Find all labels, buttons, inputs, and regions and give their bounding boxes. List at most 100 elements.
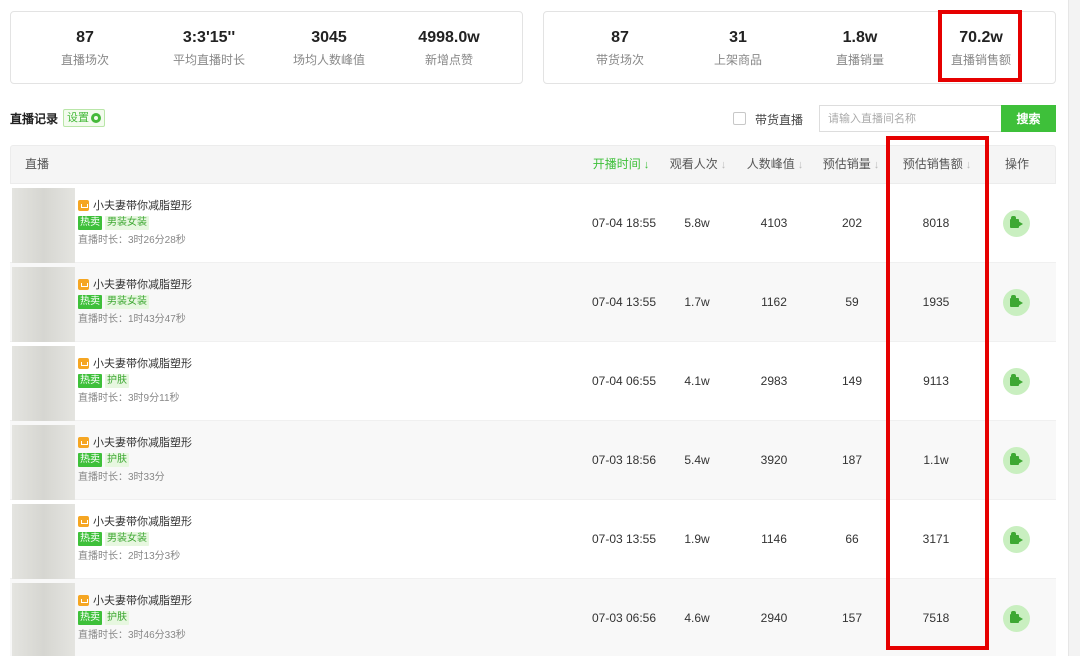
replay-button[interactable] (1003, 368, 1030, 395)
table-row: 小夫妻带你减脂塑形热卖 男装女装 直播时长：1时43分47秒 07-04 13:55 1… (10, 263, 1056, 342)
start-time-cell: 07-04 13:55 (591, 295, 657, 309)
live-stats-card: 87 直播场次 3:3'15'' 平均直播时长 3045 场均人数峰值 4998… (10, 11, 523, 84)
settings-button[interactable]: 设置 (63, 109, 105, 127)
live-info: 小夫妻带你减脂塑形 热卖 护肤 直播时长：3时46分33秒 (78, 593, 192, 642)
live-cover-thumbnail[interactable] (12, 425, 75, 500)
sort-arrow-icon: ↓ (643, 159, 650, 171)
video-camera-icon (1010, 295, 1019, 307)
stat-sales-sessions: 87 带货场次 (556, 12, 684, 85)
live-room-name[interactable]: 小夫妻带你减脂塑形 (93, 197, 192, 213)
live-duration: 直播时长：3时9分11秒 (78, 393, 180, 404)
header-label: 预估销售额 (902, 157, 963, 171)
live-room-name[interactable]: 小夫妻带你减脂塑形 (93, 434, 192, 450)
header-label: 开播时间 (592, 157, 641, 171)
stat-label: 带货场次 (595, 53, 644, 67)
replay-button[interactable] (1003, 605, 1030, 632)
stat-value: 31 (729, 29, 747, 46)
stat-avg-duration: 3:3'15'' 平均直播时长 (145, 12, 273, 85)
header-start-time[interactable]: 开播时间 ↓ (585, 146, 657, 183)
stat-value: 4998.0w (418, 29, 480, 46)
stat-value: 87 (611, 29, 629, 46)
live-info: 小夫妻带你减脂塑形热卖 护肤直播时长：3时9分11秒 (78, 356, 192, 405)
est-revenue-cell: 7518 (922, 611, 950, 625)
sort-arrow-icon: ↓ (873, 159, 880, 171)
anchor-line: 小夫妻带你减脂塑形 (78, 593, 192, 607)
header-views[interactable]: 观看人次 ↓ (665, 146, 731, 183)
est-revenue-cell: 3171 (922, 532, 950, 546)
anchor-line: 小夫妻带你减脂塑形 (78, 277, 192, 291)
live-room-name[interactable]: 小夫妻带你减脂塑形 (93, 592, 192, 608)
stat-value: 87 (76, 29, 94, 46)
live-room-name[interactable]: 小夫妻带你减脂塑形 (93, 513, 192, 529)
anchor-line: 小夫妻带你减脂塑形 (78, 356, 192, 370)
start-time-cell: 07-03 06:56 (591, 611, 657, 625)
video-camera-icon (1010, 216, 1019, 228)
live-room-name[interactable]: 小夫妻带你减脂塑形 (93, 355, 192, 371)
stat-value: 3045 (311, 29, 347, 46)
replay-button[interactable] (1003, 447, 1030, 474)
live-cover-thumbnail[interactable] (12, 583, 75, 656)
sales-stats-card: 87 带货场次 31 上架商品 1.8w 直播销量 70.2w 直播销售额 (543, 11, 1056, 84)
live-cover-thumbnail[interactable] (12, 504, 75, 579)
sort-arrow-icon: ↓ (797, 159, 804, 171)
table-row: 小夫妻带你减脂塑形 热卖 护肤 直播时长：3时33分 07-03 18:56 5.4w 39… (10, 421, 1056, 500)
stat-value: 70.2w (959, 29, 1003, 46)
stat-live-sales-volume: 1.8w 直播销量 (796, 12, 924, 85)
table-row: 小夫妻带你减脂塑形 热卖 护肤 直播时长：3时9分11秒 07-04 06:55 4.1w… (10, 342, 1056, 421)
live-duration: 直播时长：1时43分47秒 (78, 314, 186, 325)
table-row: 小夫妻带你减脂塑形 热卖 护肤 直播时长：3时46分33秒 07-03 06:56 4.6… (10, 579, 1056, 656)
anchor-line: 小夫妻带你减脂塑形 (78, 435, 192, 449)
shop-icon (78, 594, 89, 606)
hot-tag: 热卖 (78, 453, 102, 467)
search-input[interactable] (819, 105, 1001, 132)
live-info: 小夫妻带你减脂塑形热卖 男装女装 直播时长：1时43分47秒 (78, 277, 192, 326)
header-live: 直播 (25, 157, 50, 171)
stat-listed-products: 31 上架商品 (674, 12, 802, 85)
tag-list: 热卖 男装女装 (78, 216, 192, 230)
views-cell: 1.9w (684, 532, 710, 546)
anchor-line: 小夫妻带你减脂塑形 (78, 198, 192, 212)
shop-icon (78, 278, 89, 290)
header-est-revenue[interactable]: 预估销售额 ↓ (897, 146, 977, 183)
category-tag: 护肤 (105, 374, 129, 388)
category-tag: 护肤 (105, 453, 129, 467)
table-header: 直播 开播时间 ↓ 观看人次 ↓ 人数峰值 ↓ 预估销量 ↓ 预估销售额 ↓ 操作 (10, 145, 1056, 184)
live-room-name[interactable]: 小夫妻带你减脂塑形 (93, 276, 192, 292)
start-time-cell: 07-03 18:56 (591, 453, 657, 467)
table-row: 小夫妻带你减脂塑形 热卖 男装女装 直播时长：2时13分3秒 07-03 13:55 1.… (10, 500, 1056, 579)
stat-live-revenue: 70.2w 直播销售额 (917, 12, 1045, 85)
est-revenue-cell: 1935 (922, 295, 950, 309)
video-camera-icon (1010, 374, 1019, 386)
header-peak[interactable]: 人数峰值 ↓ (741, 146, 809, 183)
header-label: 观看人次 (669, 157, 718, 171)
tag-list: 热卖 男装女装 (78, 532, 192, 546)
replay-button[interactable] (1003, 289, 1030, 316)
search-button[interactable]: 搜索 (1001, 105, 1056, 132)
header-est-sales[interactable]: 预估销量 ↓ (817, 146, 885, 183)
replay-button[interactable] (1003, 210, 1030, 237)
peak-cell: 1146 (761, 532, 787, 546)
replay-button[interactable] (1003, 526, 1030, 553)
est-sales-cell: 157 (841, 611, 863, 625)
est-revenue-cell: 9113 (923, 374, 949, 388)
est-sales-cell: 59 (845, 295, 859, 309)
shop-icon (78, 515, 89, 527)
tag-list: 热卖 男装女装 (78, 295, 192, 309)
hot-tag: 热卖 (78, 374, 102, 388)
stat-value: 1.8w (842, 29, 878, 46)
checkbox-label: 带货直播 (755, 113, 804, 127)
live-duration: 直播时长：2时13分3秒 (78, 551, 181, 562)
live-cover-thumbnail[interactable] (12, 346, 75, 421)
hot-tag: 热卖 (78, 532, 102, 546)
stat-live-count: 87 直播场次 (21, 12, 149, 85)
shop-icon (78, 436, 89, 448)
category-tag: 男装女装 (105, 216, 149, 230)
scrollbar[interactable] (1068, 0, 1080, 656)
live-cover-thumbnail[interactable] (12, 188, 75, 263)
records-toolbar: 直播记录 设置 带货直播 搜索 (0, 104, 1068, 132)
sort-arrow-icon: ↓ (720, 159, 727, 171)
header-ops: 操作 (1004, 157, 1029, 171)
live-cover-thumbnail[interactable] (12, 267, 75, 342)
sales-live-checkbox[interactable] (733, 112, 746, 125)
views-cell: 5.4w (684, 453, 710, 467)
